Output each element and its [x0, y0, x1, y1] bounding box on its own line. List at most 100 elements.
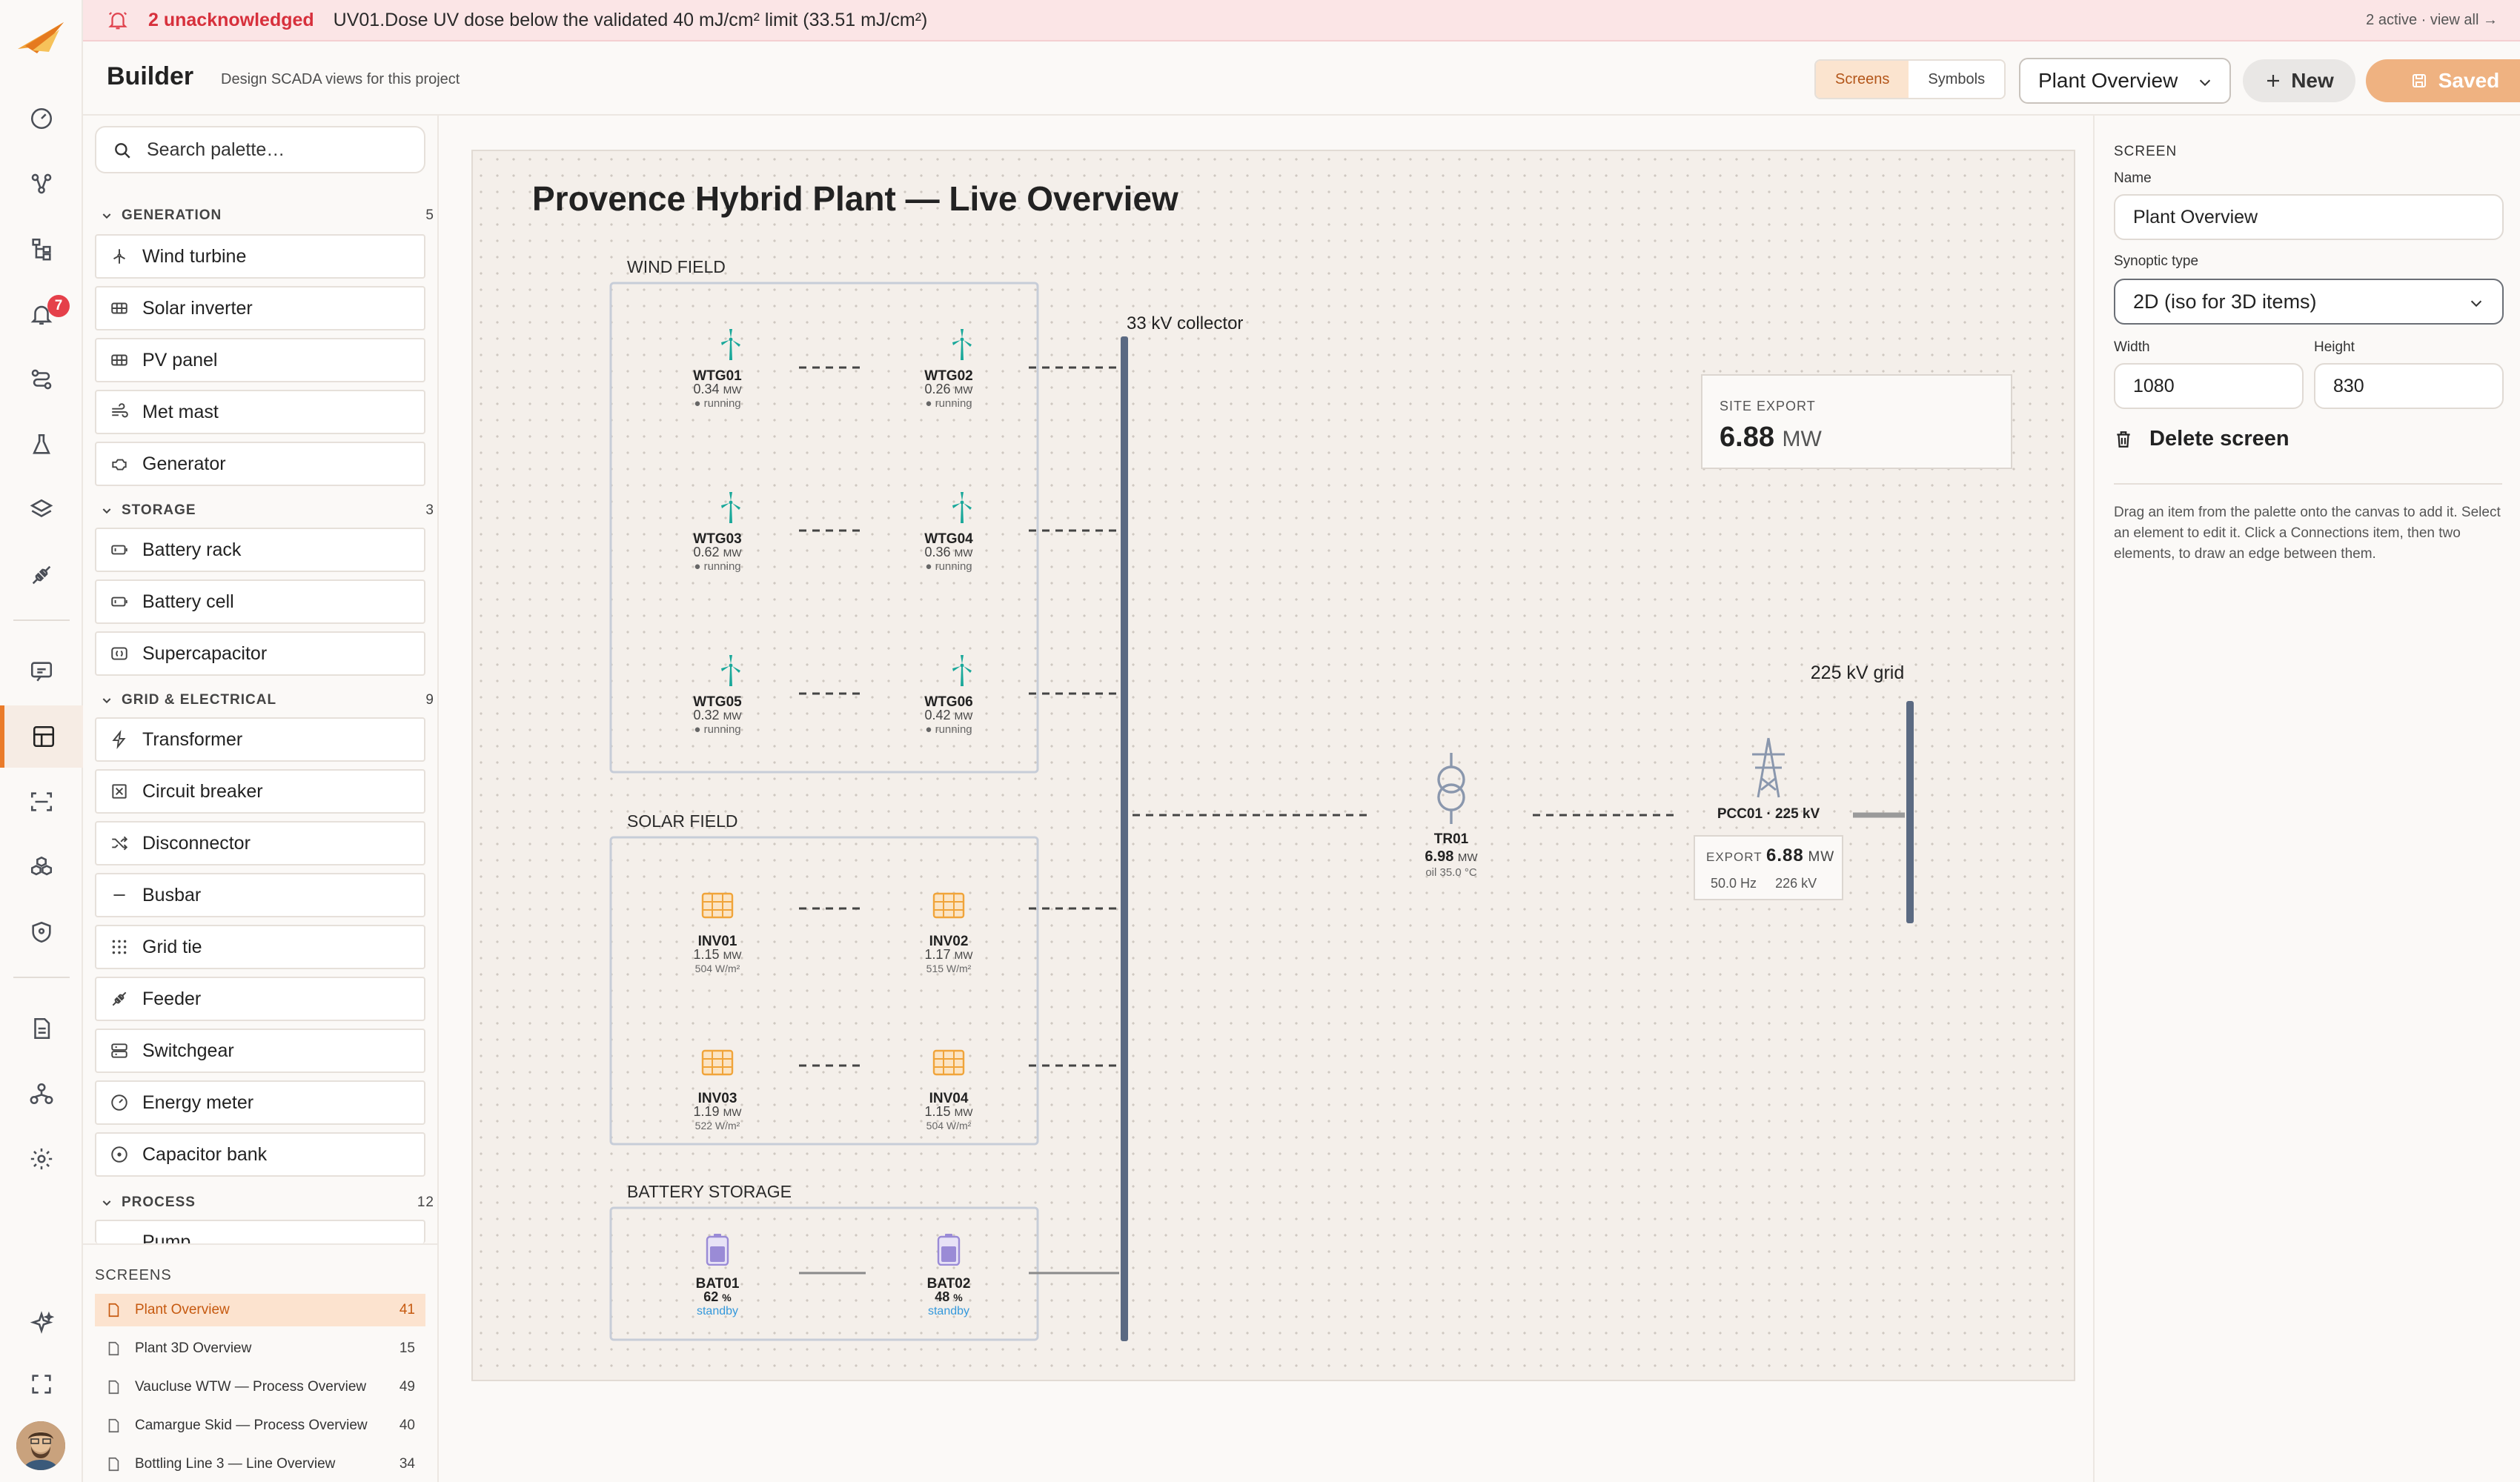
inverter-INV01[interactable]: INV01 1.15 MW 504 W/m²: [694, 892, 743, 974]
solar-field-group[interactable]: [609, 836, 1039, 1146]
synoptic-type-value: 2D (iso for 3D items): [2133, 290, 2317, 313]
alarms-icon[interactable]: 7: [0, 283, 83, 345]
builder-icon[interactable]: [0, 705, 83, 768]
screen-item[interactable]: Bottling Line 3 — Line Overview 34: [95, 1448, 425, 1481]
integrations-icon[interactable]: [0, 544, 83, 606]
tab-symbols[interactable]: Symbols: [1909, 61, 2005, 98]
svg-text:0.42 MW: 0.42 MW: [925, 708, 974, 722]
wind-field-group[interactable]: [609, 282, 1039, 774]
palette-item-label: Disconnector: [142, 832, 251, 854]
inverter-INV04[interactable]: INV04 1.15 MW 504 W/m²: [925, 1049, 974, 1132]
palette-item-feeder[interactable]: Feeder: [95, 977, 425, 1021]
canvas-area: Provence Hybrid Plant — Live Overview WI…: [439, 116, 2093, 1482]
screen-item[interactable]: Plant Overview 41: [95, 1294, 425, 1326]
pcc-PCC01[interactable]: PCC01 · 225 kV EXPORT 6.88 MW 50.0 Hz 22…: [1694, 737, 1843, 900]
palette-item-supercapacitor[interactable]: Supercapacitor: [95, 631, 425, 676]
site-export-card[interactable]: SITE EXPORT 6.88 MW: [1701, 374, 2012, 469]
alarm-count[interactable]: 2 unacknowledged: [148, 10, 314, 31]
assets-icon[interactable]: [0, 836, 83, 898]
name-label: Name: [2114, 170, 2152, 186]
width-input[interactable]: 1080: [2114, 363, 2304, 409]
palette-item-pump[interactable]: Pump: [95, 1220, 425, 1243]
layers-icon[interactable]: [0, 479, 83, 541]
pcc-id: PCC01 · 225 kV: [1717, 806, 1820, 822]
screen-item-count: 34: [399, 1456, 415, 1472]
turbine-power: 0.32: [694, 708, 720, 722]
reports-icon[interactable]: [0, 997, 83, 1060]
hierarchy-icon[interactable]: [0, 218, 83, 280]
battery-BAT01[interactable]: BAT01 62 % standby: [696, 1233, 740, 1317]
palette-item-pv-panel[interactable]: PV panel: [95, 338, 425, 382]
view-all-alarms-link[interactable]: 2 active · view all →: [2366, 12, 2498, 29]
turbine-WTG06[interactable]: WTG06 0.42 MW ● running: [924, 655, 973, 736]
palette-item-switchgear[interactable]: Switchgear: [95, 1029, 425, 1073]
palette-item-solar-inverter[interactable]: Solar inverter: [95, 286, 425, 330]
palette-item-energy-meter[interactable]: Energy meter: [95, 1080, 425, 1125]
site-export-value: 6.88: [1720, 422, 1774, 453]
fullscreen-icon[interactable]: [0, 1353, 83, 1415]
turbine-WTG05[interactable]: WTG05 0.32 MW ● running: [693, 655, 742, 736]
battery-BAT02[interactable]: BAT02 48 % standby: [927, 1233, 971, 1317]
screen-select[interactable]: Plant Overview: [2019, 58, 2231, 104]
app-logo[interactable]: [15, 16, 68, 61]
palette-item-grid-tie[interactable]: Grid tie: [95, 925, 425, 969]
turbine-WTG02[interactable]: WTG02 0.26 MW ● running: [924, 329, 973, 410]
turbine-power: 0.34: [694, 382, 720, 396]
synoptic-canvas[interactable]: Provence Hybrid Plant — Live Overview WI…: [471, 150, 2075, 1381]
chat-icon[interactable]: [0, 640, 83, 702]
dashboard-icon[interactable]: [0, 87, 83, 150]
height-input[interactable]: 830: [2314, 363, 2504, 409]
scan-icon[interactable]: [0, 771, 83, 833]
palette-item-battery-rack[interactable]: Battery rack: [95, 528, 425, 572]
screen-item[interactable]: Plant 3D Overview 15: [95, 1332, 425, 1365]
collector-busbar[interactable]: [1121, 336, 1128, 1341]
wind-turbine-icon: [113, 249, 125, 264]
palette-item-disconnector[interactable]: Disconnector: [95, 821, 425, 865]
org-icon[interactable]: [0, 1063, 83, 1125]
transformer-TR01[interactable]: TR01 6.98 MW oil 35.0 °C: [1425, 753, 1478, 879]
category-generation[interactable]: GENERATION 5: [101, 203, 434, 228]
settings-icon[interactable]: [0, 1128, 83, 1190]
unit: MW: [1808, 849, 1834, 865]
new-screen-button[interactable]: New: [2243, 59, 2355, 102]
palette-item-generator[interactable]: Generator: [95, 442, 425, 486]
screen-item[interactable]: Camargue Skid — Process Overview 40: [95, 1409, 425, 1442]
category-process[interactable]: PROCESS 12: [101, 1190, 434, 1215]
palette-item-battery-cell[interactable]: Battery cell: [95, 579, 425, 624]
inverter-irradiance: 504 W/m²: [926, 1120, 972, 1132]
routes-icon[interactable]: [0, 348, 83, 411]
palette-item-met-mast[interactable]: Met mast: [95, 390, 425, 434]
met-mast-icon: [112, 403, 128, 418]
inverter-INV02[interactable]: INV02 1.17 MW 515 W/m²: [925, 892, 974, 974]
alarm-bell-icon: [108, 12, 127, 30]
topology-icon[interactable]: [0, 153, 83, 215]
saved-button[interactable]: Saved: [2366, 59, 2520, 102]
tab-screens[interactable]: Screens: [1816, 61, 1909, 98]
synoptic-type-select[interactable]: 2D (iso for 3D items): [2114, 279, 2504, 325]
palette-item-busbar[interactable]: Busbar: [95, 873, 425, 917]
screen-name-input[interactable]: Plant Overview: [2114, 194, 2504, 240]
security-icon[interactable]: [0, 901, 83, 963]
palette-item-circuit-breaker[interactable]: Circuit breaker: [95, 769, 425, 814]
category-storage[interactable]: STORAGE 3: [101, 498, 434, 523]
solar-inverter-icon: [111, 302, 127, 314]
screen-item[interactable]: Vaucluse WTW — Process Overview 49: [95, 1371, 425, 1403]
turbine-WTG03[interactable]: WTG03 0.62 MW ● running: [693, 492, 742, 573]
category-grid-electrical[interactable]: GRID & ELECTRICAL 9: [101, 688, 434, 713]
battery-soc: 48: [935, 1289, 949, 1304]
palette-item-transformer[interactable]: Transformer: [95, 717, 425, 762]
turbine-WTG01[interactable]: WTG01 0.34 MW ● running: [693, 329, 742, 410]
user-avatar[interactable]: [16, 1421, 65, 1470]
palette-item-wind-turbine[interactable]: Wind turbine: [95, 234, 425, 279]
svg-text:6.88 MW: 6.88 MW: [1720, 422, 1823, 453]
ai-sparkle-icon[interactable]: [0, 1292, 83, 1355]
palette-item-capacitor-bank[interactable]: Capacitor bank: [95, 1132, 425, 1177]
circuit-breaker-icon: [112, 784, 127, 799]
grid-busbar[interactable]: [1906, 701, 1914, 923]
inverter-INV03[interactable]: INV03 1.19 MW 522 W/m²: [694, 1049, 743, 1132]
delete-screen-button[interactable]: Delete screen: [2114, 427, 2289, 451]
lab-icon[interactable]: [0, 413, 83, 476]
new-button-label: New: [2291, 69, 2334, 92]
turbine-WTG04[interactable]: WTG04 0.36 MW ● running: [924, 492, 973, 573]
palette-search-input[interactable]: Search palette…: [95, 126, 425, 173]
